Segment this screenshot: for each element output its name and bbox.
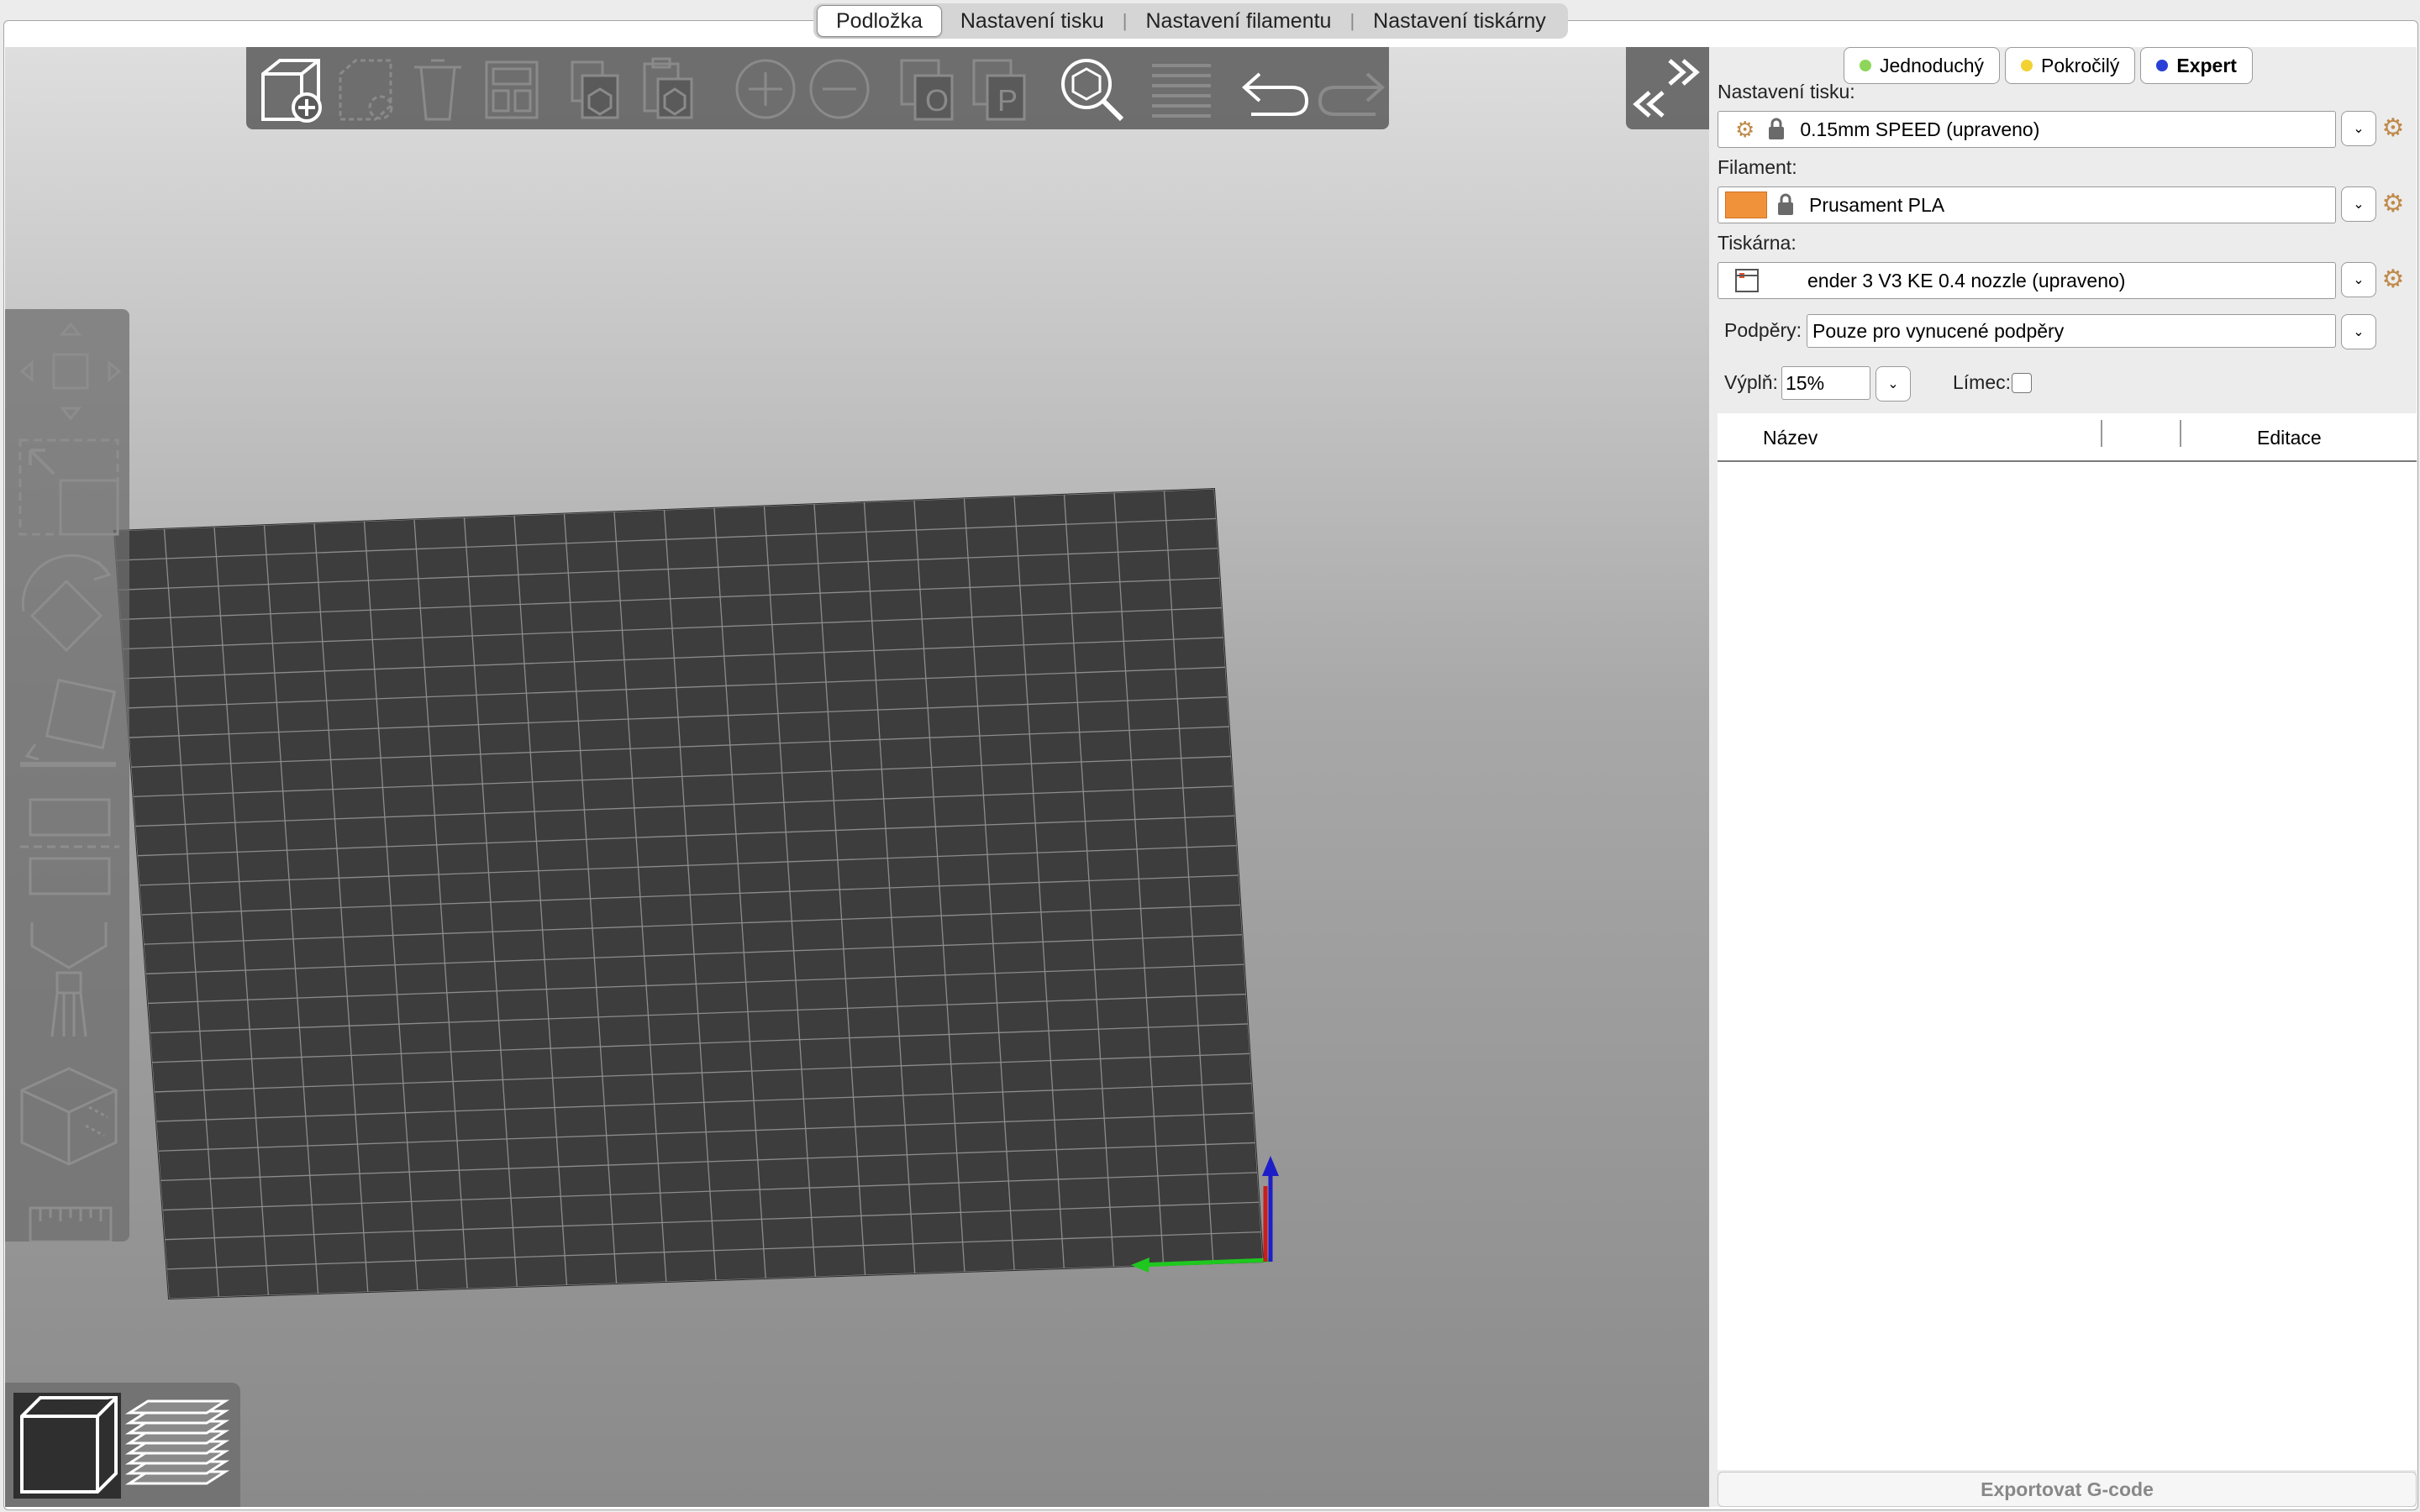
infill-input[interactable]: 15% bbox=[1781, 366, 1870, 400]
toolbar-icons: O P bbox=[261, 57, 1386, 123]
search-icon[interactable] bbox=[1061, 59, 1124, 122]
lock-icon bbox=[1778, 193, 1793, 215]
layers-icon[interactable] bbox=[1152, 64, 1211, 118]
mode-simple-label: Jednoduchý bbox=[1880, 54, 1985, 76]
infill-label: Výplň: bbox=[1724, 371, 1778, 393]
supports-value: Pouze pro vynucené podpěry bbox=[1812, 319, 2065, 342]
mode-expert-dot bbox=[2156, 60, 2169, 71]
chevron-down-icon: ⌄ bbox=[2353, 122, 2365, 136]
collapse-sidebar-button[interactable] bbox=[1626, 47, 1709, 129]
3d-view-icon[interactable] bbox=[20, 1396, 118, 1494]
tab-filament-settings[interactable]: Nastavení filamentu bbox=[1128, 6, 1350, 36]
column-name-header[interactable]: Název bbox=[1763, 427, 1818, 449]
brim-label: Límec: bbox=[1953, 371, 2012, 393]
lock-icon bbox=[1769, 118, 1785, 139]
column-edit-header[interactable]: Editace bbox=[2257, 427, 2322, 449]
svg-text:O: O bbox=[925, 83, 949, 118]
chevron-down-icon: ⌄ bbox=[2353, 325, 2365, 339]
application-window: Podložka Nastavení tisku | Nastavení fil… bbox=[0, 0, 2420, 1512]
redo-icon[interactable] bbox=[1318, 72, 1386, 116]
delete-all-icon[interactable] bbox=[414, 59, 461, 121]
preview-icon[interactable] bbox=[124, 1399, 230, 1485]
filament-color-swatch bbox=[1725, 192, 1767, 218]
infill-dropdown-button[interactable]: ⌄ bbox=[1876, 366, 1911, 402]
object-list[interactable]: Název Editace bbox=[1718, 413, 2417, 1470]
remove-instance-icon[interactable] bbox=[809, 59, 870, 119]
print-settings-value: 0.15mm SPEED (upraveno) bbox=[1800, 118, 2040, 140]
paste-icon[interactable] bbox=[643, 57, 693, 119]
supports-label: Podpěry: bbox=[1724, 319, 1802, 341]
print-settings-combo[interactable]: ⚙ 0.15mm SPEED (upraveno) bbox=[1718, 111, 2336, 148]
seam-icon[interactable] bbox=[20, 1067, 118, 1166]
paint-supports-icon[interactable] bbox=[30, 922, 108, 1037]
supports-dropdown-button[interactable]: ⌄ bbox=[2341, 314, 2376, 349]
chevron-down-icon: ⌄ bbox=[2353, 273, 2365, 287]
measure-icon[interactable] bbox=[29, 1206, 113, 1243]
system-preset-icon: ⚙ bbox=[1735, 116, 1755, 142]
cut-icon[interactable] bbox=[20, 798, 119, 895]
add-icon[interactable] bbox=[261, 59, 322, 123]
add-instance-icon[interactable] bbox=[735, 59, 796, 119]
left-tools-icons bbox=[18, 322, 122, 1243]
left-tools-toolbar bbox=[5, 309, 129, 1243]
tab-print-settings[interactable]: Nastavení tisku bbox=[942, 6, 1123, 36]
place-on-face-icon[interactable] bbox=[20, 678, 117, 767]
view-mode-icons bbox=[13, 1393, 230, 1499]
tab-plater[interactable]: Podložka bbox=[817, 5, 942, 37]
collapse-icon bbox=[1633, 59, 1700, 118]
print-bed bbox=[113, 487, 1279, 1300]
right-sidebar: Jednoduchý Pokročilý Expert Nastavení ti… bbox=[1709, 47, 2417, 1507]
chevron-down-icon: ⌄ bbox=[2353, 197, 2365, 212]
undo-icon[interactable] bbox=[1241, 72, 1309, 116]
view-mode-toggle bbox=[5, 1383, 240, 1507]
mode-simple-button[interactable]: Jednoduchý bbox=[1844, 47, 2001, 84]
3d-viewport[interactable]: O P bbox=[5, 47, 1709, 1507]
scale-icon[interactable] bbox=[18, 438, 119, 536]
mode-simple-dot bbox=[1860, 60, 1871, 71]
svg-text:P: P bbox=[997, 83, 1018, 118]
filament-dropdown-button[interactable]: ⌄ bbox=[2341, 186, 2376, 222]
filament-value: Prusament PLA bbox=[1809, 193, 1945, 216]
brim-checkbox[interactable] bbox=[2012, 373, 2032, 393]
printer-gear-icon[interactable]: ⚙ bbox=[2380, 265, 2407, 293]
printer-combo[interactable]: ender 3 V3 KE 0.4 nozzle (upraveno) bbox=[1718, 262, 2336, 299]
filament-combo[interactable]: Prusament PLA bbox=[1718, 186, 2336, 223]
export-gcode-button[interactable]: Exportovat G-code bbox=[1718, 1472, 2417, 1507]
z-axis-arrowhead bbox=[1262, 1156, 1279, 1176]
rotate-icon[interactable] bbox=[21, 554, 112, 653]
printer-dropdown-button[interactable]: ⌄ bbox=[2341, 262, 2376, 297]
printer-label: Tiskárna: bbox=[1718, 232, 1797, 254]
mode-advanced-button[interactable]: Pokročilý bbox=[2005, 47, 2136, 84]
column-divider[interactable] bbox=[2180, 420, 2181, 447]
print-settings-dropdown-button[interactable]: ⌄ bbox=[2341, 111, 2376, 146]
infill-value: 15% bbox=[1786, 371, 1825, 394]
mode-expert-label: Expert bbox=[2176, 54, 2237, 76]
tab-bar: Podložka Nastavení tisku | Nastavení fil… bbox=[813, 3, 1568, 39]
printer-value: ender 3 V3 KE 0.4 nozzle (upraveno) bbox=[1807, 269, 2126, 291]
object-list-header: Název Editace bbox=[1718, 413, 2417, 462]
copy-icon[interactable] bbox=[571, 60, 619, 119]
chevron-down-icon: ⌄ bbox=[1887, 377, 1899, 391]
move-icon[interactable] bbox=[19, 322, 122, 421]
split-parts-icon[interactable]: P bbox=[972, 59, 1026, 121]
print-settings-gear-icon[interactable]: ⚙ bbox=[2380, 114, 2407, 142]
mode-selector: Jednoduchý Pokročilý Expert bbox=[1844, 47, 2253, 84]
filament-gear-icon[interactable]: ⚙ bbox=[2380, 190, 2407, 218]
print-settings-label: Nastavení tisku: bbox=[1718, 81, 1855, 102]
print-bed-surface bbox=[113, 487, 1265, 1300]
printer-preset-icon bbox=[1735, 269, 1759, 292]
mode-advanced-label: Pokročilý bbox=[2041, 54, 2120, 76]
supports-combo[interactable]: Pouze pro vynucené podpěry bbox=[1807, 314, 2336, 348]
split-objects-icon[interactable]: O bbox=[900, 59, 954, 121]
arrange-icon[interactable] bbox=[485, 60, 539, 119]
mode-advanced-dot bbox=[2021, 60, 2033, 71]
main-toolbar: O P bbox=[246, 47, 1389, 129]
column-divider[interactable] bbox=[2101, 420, 2102, 447]
mode-expert-button[interactable]: Expert bbox=[2140, 47, 2253, 84]
tab-printer-settings[interactable]: Nastavení tiskárny bbox=[1355, 6, 1565, 36]
filament-label: Filament: bbox=[1718, 156, 1797, 178]
delete-icon[interactable] bbox=[339, 59, 393, 121]
